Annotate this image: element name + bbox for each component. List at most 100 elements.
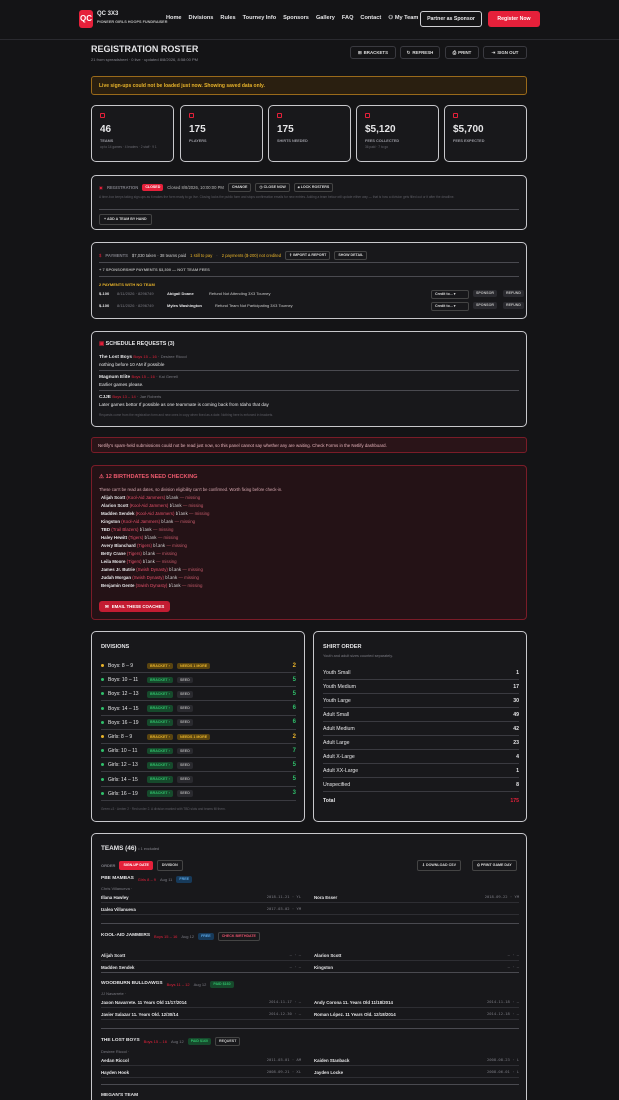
division-tag[interactable]: SEED	[177, 676, 193, 684]
refresh-button[interactable]: ↻ REFRESH	[400, 46, 440, 59]
shirt-count: 8	[516, 782, 519, 788]
bracket-link[interactable]: BRACKET ›	[147, 761, 173, 769]
division-row[interactable]: Girls: 16 – 19 BRACKET › SEED 3	[101, 788, 296, 801]
team-flag[interactable]: CHECK BIRTHDATE	[217, 932, 260, 941]
print-game-day-button[interactable]: ⎙ PRINT GAME DAY	[472, 860, 517, 871]
lock-rosters-button[interactable]: 🔒︎ LOCK ROSTERS	[293, 183, 334, 192]
division-row[interactable]: Boys: 16 – 19 BRACKET › SEED 6	[101, 717, 296, 730]
credit-select[interactable]: Credit to... ▾	[431, 302, 469, 311]
bracket-link[interactable]: BRACKET ›	[147, 705, 173, 712]
nav-sponsors[interactable]: Sponsors	[283, 15, 309, 22]
bracket-link[interactable]: BRACKET ›	[147, 719, 173, 726]
team-count: 2	[292, 733, 296, 740]
sort-division[interactable]: DIVISION	[156, 860, 183, 871]
sponsor-button[interactable]: SPONSOR	[473, 302, 497, 309]
division-row[interactable]: Girls: 8 – 9 BRACKET › NEEDS 1 MORE 2	[101, 731, 296, 744]
birthdate-row: Leila Moore (Tigers) blank — missing	[101, 559, 177, 565]
credit-select-value: Credit to...	[435, 304, 453, 308]
bracket-link[interactable]: BRACKET ›	[147, 776, 173, 783]
division-row[interactable]: Boys: 12 – 13 BRACKET › SEED 5	[101, 688, 296, 702]
refund-button[interactable]: REFUND	[503, 290, 524, 297]
division-tag[interactable]: SEED	[177, 719, 193, 726]
division-tag[interactable]: SEED	[177, 790, 193, 797]
bracket-link[interactable]: BRACKET ›	[147, 790, 173, 797]
nav-my-team[interactable]: ⚇ My Team	[388, 15, 418, 22]
print-game-day-label: PRINT GAME DAY	[480, 863, 512, 867]
sort-signup-date[interactable]: SIGN-UP DATE	[119, 861, 153, 870]
logo[interactable]: QC	[79, 10, 93, 28]
player-birthdate: — · —	[289, 951, 301, 957]
nav-home[interactable]: Home	[166, 15, 182, 22]
bracket-link[interactable]: BRACKET ›	[147, 747, 173, 755]
team-count: 5	[292, 761, 296, 768]
nav-tourney-info[interactable]: Tourney Info	[243, 15, 276, 22]
nav-contact[interactable]: Contact	[360, 15, 381, 22]
team-name: (Kool-Aid Jammers)	[135, 511, 175, 516]
add-team-button[interactable]: + ADD A TEAM BY HAND	[99, 214, 152, 225]
change-button[interactable]: CHANGE	[227, 183, 252, 192]
status-badge: CLOSED	[142, 184, 164, 191]
credit-select[interactable]: Credit to... ▾	[431, 290, 469, 299]
division-row[interactable]: Girls: 12 – 13 BRACKET › SEED 5	[101, 759, 296, 773]
player-birthdate: 2014-12-30 · —	[268, 1010, 301, 1016]
bracket-link[interactable]: BRACKET ›	[147, 733, 173, 741]
close-now-label: CLOSE NOW	[263, 185, 286, 189]
birthdate-value: blank	[161, 519, 174, 524]
team-card[interactable]: WOODBURN BULLDAWGS Boys 11 – 12 Aug 12 PAID…	[101, 981, 519, 1020]
division-tag[interactable]: NEEDS 1 MORE	[177, 733, 211, 741]
player-name: Betty Crane	[101, 551, 126, 556]
player-name: Kaiden Stanback	[314, 1057, 350, 1063]
partner-sponsor-button[interactable]: Partner as Sponsor	[420, 11, 482, 27]
division-row[interactable]: Boys: 8 – 9 BRACKET › NEEDS 1 MORE 2	[101, 660, 296, 673]
bracket-link[interactable]: BRACKET ›	[147, 662, 173, 670]
division-row[interactable]: Girls: 14 – 15 BRACKET › SEED 5	[101, 774, 296, 787]
registration-note: A time-box keeps taking sign-ups as it m…	[99, 195, 455, 199]
nav-gallery[interactable]: Gallery	[316, 15, 335, 22]
sign-out-button[interactable]: ⇥ SIGN OUT	[483, 46, 527, 59]
nav-faq[interactable]: FAQ	[342, 15, 354, 22]
sponsor-button[interactable]: SPONSOR	[473, 290, 497, 297]
division-tag[interactable]: SEED	[177, 761, 193, 769]
team-flag[interactable]: REQUEST	[215, 1037, 241, 1046]
team-card[interactable]: MEGAN'S TEAM	[101, 1093, 519, 1100]
player-name: Jaxon Navarrete. 11 Years Old 11/17/2014	[101, 999, 187, 1005]
nav-divisions[interactable]: Divisions	[189, 15, 214, 22]
print-button[interactable]: ⎙ PRINT	[445, 46, 479, 59]
nav-rules[interactable]: Rules	[220, 15, 235, 22]
status-dot	[101, 720, 104, 724]
division-tag[interactable]: SEED	[177, 705, 193, 712]
schedule-title: SCHEDULE REQUESTS (3)	[105, 341, 175, 347]
team-card[interactable]: KOOL-AID JAMMERS Boys 15 – 16 Aug 12 FREE CH…	[101, 932, 519, 973]
register-now-button[interactable]: Register Now	[488, 11, 540, 27]
player-name: Judah Morgan	[101, 575, 132, 580]
team-name: (Tigers)	[136, 543, 152, 548]
bracket-link[interactable]: BRACKET ›	[147, 690, 173, 698]
birthdate-row: Kingston (Kool-Aid Jammers) blank — miss…	[101, 519, 195, 525]
brackets-button[interactable]: ⊞ BRACKETS	[350, 46, 396, 59]
email-coaches-button[interactable]: ✉ EMAIL THESE COACHES	[99, 601, 171, 612]
player-name: James Jr. Butrie	[101, 567, 135, 572]
refund-button[interactable]: REFUND	[503, 302, 524, 309]
close-now-button[interactable]: ◷ CLOSE NOW	[255, 183, 290, 192]
division-tag[interactable]: SEED	[177, 747, 193, 755]
division-row[interactable]: Boys: 14 – 15 BRACKET › SEED 6	[101, 703, 296, 716]
division-row[interactable]: Boys: 10 – 11 BRACKET › SEED 5	[101, 674, 296, 688]
team-count: 5	[292, 776, 296, 783]
team-card[interactable]: PBE MAMBAS Girls 8 – 9 Aug 11 FREE Chris Vil…	[101, 876, 519, 915]
payment-amount: $-100	[99, 303, 110, 308]
birthdate-value: blank	[143, 551, 156, 556]
bracket-link[interactable]: BRACKET ›	[147, 676, 173, 684]
download-csv-button[interactable]: ⇩ DOWNLOAD CSV	[417, 860, 461, 871]
division-tag[interactable]: NEEDS 1 MORE	[177, 662, 211, 670]
import-report-button[interactable]: ⇪ IMPORT A REPORT	[285, 251, 331, 260]
stat-shirts: 175 SHIRTS NEEDED	[268, 105, 351, 162]
team-card[interactable]: THE LOST BOYS Boys 15 – 16 Aug 12 PAID $160…	[101, 1037, 519, 1078]
shirt-row: Adult Large 23	[323, 736, 519, 750]
lock-label: LOCK ROSTERS	[300, 185, 330, 189]
payments-unmatched: 2 payments ($-200) not credited	[221, 252, 282, 258]
division-tag[interactable]: SEED	[177, 776, 193, 783]
show-detail-button[interactable]: SHOW DETAIL	[334, 251, 368, 260]
team-name: (Tigers)	[128, 535, 144, 540]
division-tag[interactable]: SEED	[177, 690, 193, 698]
division-row[interactable]: Girls: 10 – 11 BRACKET › SEED 7	[101, 745, 296, 759]
